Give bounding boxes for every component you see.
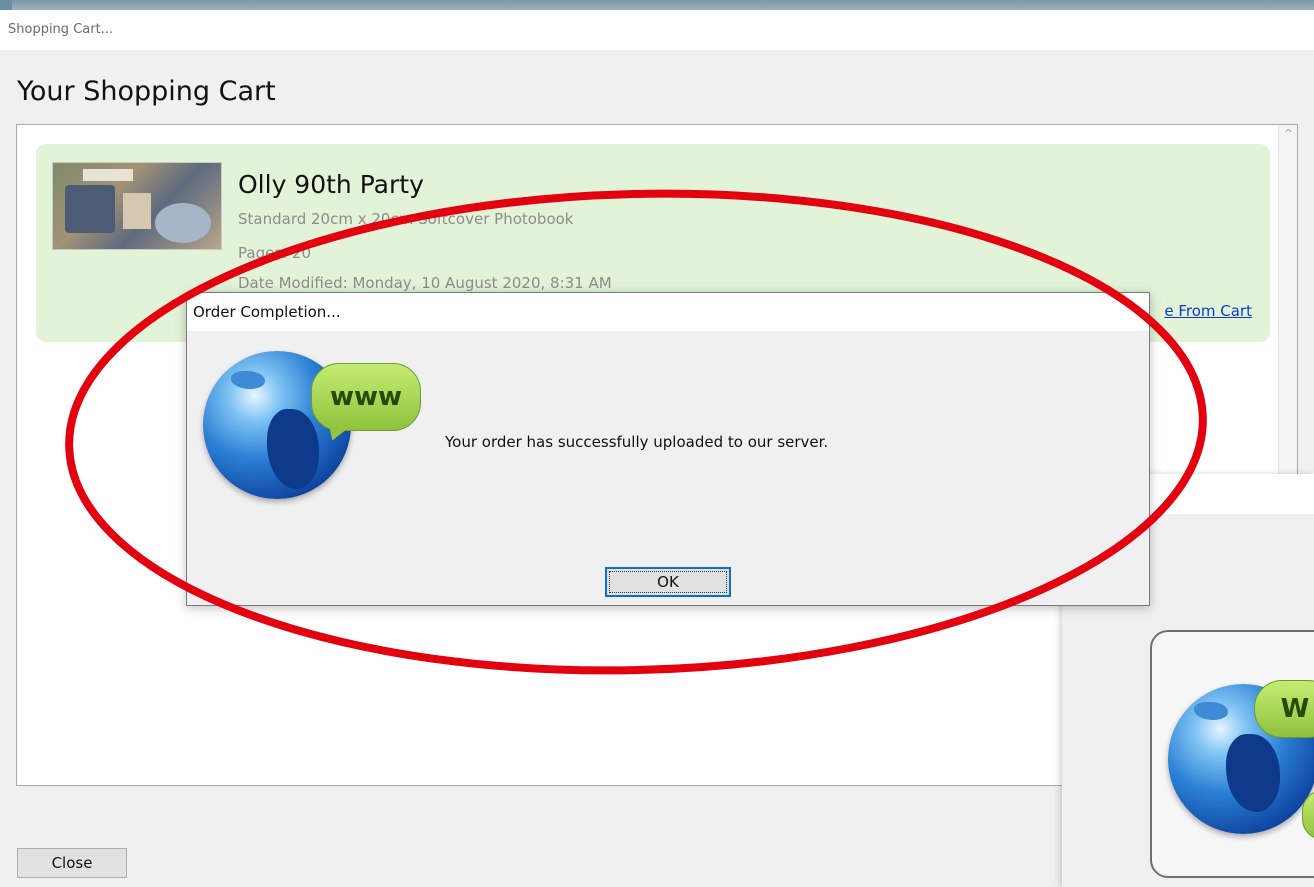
ok-button[interactable]: OK [605,567,731,597]
dialog-titlebar[interactable]: Order Completion... [187,293,1149,331]
dialog-message: Your order has successfully uploaded to … [445,433,829,451]
cart-item-pages: Pages: 20 [238,244,312,262]
order-completion-dialog: Order Completion... www Your order has s… [186,292,1150,606]
cart-item-date-modified: Date Modified: Monday, 10 August 2020, 8… [238,274,612,292]
cart-item-title: Olly 90th Party [238,170,424,199]
www-bubble-label: www [329,382,403,412]
close-button[interactable]: Close [17,848,127,878]
focus-ring [609,571,727,593]
www-bubble-label: W [1280,694,1310,724]
window-title: Shopping Cart... [8,22,114,37]
scroll-up-arrow-icon[interactable]: ^ [1284,127,1293,140]
photobook-thumbnail [52,162,222,250]
page-title: Your Shopping Cart [17,76,276,107]
window-titlebar[interactable]: Shopping Cart... [0,10,1314,50]
www-bubble-icon: W [1254,680,1314,738]
dialog-title: Order Completion... [193,303,341,321]
remove-from-cart-link[interactable]: e From Cart [1164,302,1252,320]
cart-item-description: Standard 20cm x 20cm Softcover Photobook [238,210,574,228]
